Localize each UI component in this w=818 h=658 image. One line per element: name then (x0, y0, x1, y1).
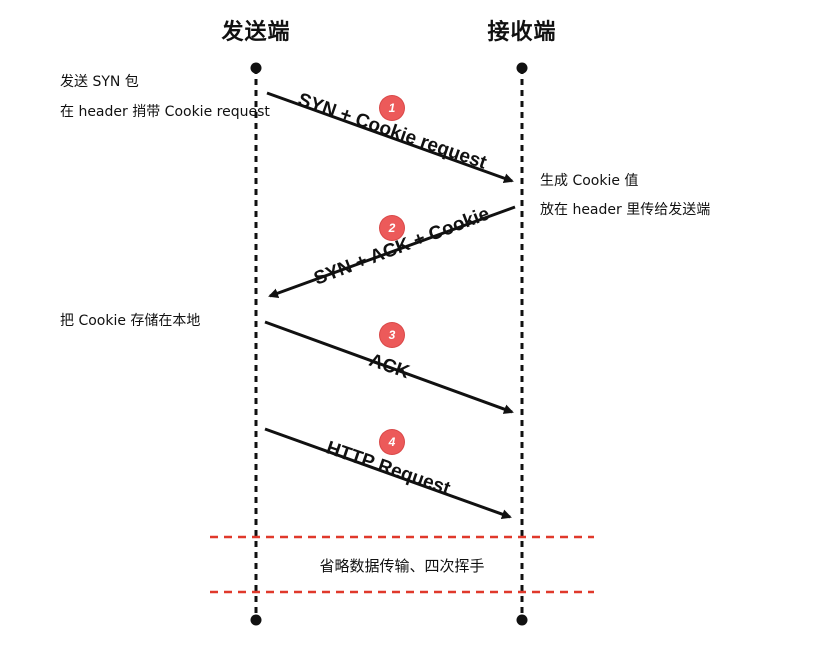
receiver-title: 接收端 (487, 20, 557, 45)
sender-lifeline-top-dot (250, 62, 262, 74)
receiver-lifeline-top-dot (516, 62, 528, 74)
sender-note-1-line-1: 发送 SYN 包 (60, 74, 139, 90)
step-badge-3: 3 (380, 323, 404, 347)
sender-note-2: 把 Cookie 存储在本地 (60, 313, 201, 329)
receiver-note-1-line-1: 生成 Cookie 值 (540, 173, 639, 189)
sender-lifeline-bottom-dot (250, 614, 262, 626)
step-badge-2: 2 (380, 216, 404, 240)
step-badge-4: 4 (380, 430, 404, 454)
step-badge-1: 1 (380, 96, 404, 120)
omitted-section-note: 省略数据传输、四次挥手 (319, 557, 485, 575)
sender-note-1-line-2: 在 header 捎带 Cookie request (60, 104, 270, 120)
receiver-lifeline-bottom-dot (516, 614, 528, 626)
sequence-diagram: 发送端 接收端 发送 SYN 包 在 header 捎带 Cookie requ… (0, 0, 818, 658)
receiver-note-1-line-2: 放在 header 里传给发送端 (540, 202, 711, 218)
sender-title: 发送端 (221, 20, 291, 45)
